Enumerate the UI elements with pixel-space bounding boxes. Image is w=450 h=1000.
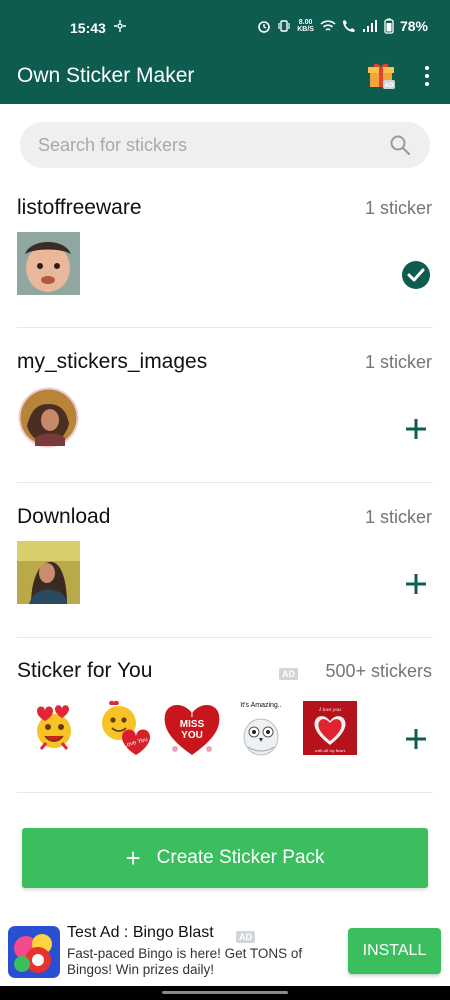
ad-badge: AD — [236, 931, 255, 943]
plus-icon: + — [125, 843, 141, 873]
status-bar: 15:43 8.00 KB/S 78% — [0, 0, 450, 50]
ad-badge: AD — [279, 668, 298, 680]
pack-count: 1 sticker — [364, 352, 432, 372]
wifi-icon — [320, 20, 336, 31]
selected-check-icon[interactable] — [401, 260, 431, 290]
ad-banner[interactable]: Test Ad : Bingo Blast AD Fast-paced Bing… — [0, 916, 450, 986]
emoji-heart-sticker — [37, 705, 71, 750]
search-input[interactable]: Search for stickers — [20, 122, 430, 168]
app-title: Own Sticker Maker — [17, 64, 195, 87]
battery-icon — [384, 18, 394, 34]
battery-percentage: 78% — [399, 18, 428, 34]
svg-text:AD: AD — [385, 83, 394, 89]
pack-count: 1 sticker — [364, 507, 432, 527]
call-icon — [342, 20, 355, 32]
search-placeholder: Search for stickers — [38, 135, 188, 155]
signal-icon — [362, 20, 377, 32]
network-speed: 8.00 KB/S — [297, 19, 314, 33]
pack-name: my_stickers_images — [17, 350, 208, 373]
system-navigation-bar — [0, 986, 450, 1000]
svg-text:It's Amazing..: It's Amazing.. — [240, 702, 281, 709]
gift-icon[interactable]: AD — [367, 60, 397, 90]
overflow-menu-icon[interactable] — [420, 64, 434, 88]
pack-thumbnail-baby-photo — [17, 232, 80, 295]
pack-count: 1 sticker — [364, 198, 432, 218]
divider — [17, 327, 433, 328]
svg-text:YOU: YOU — [181, 730, 203, 741]
create-sticker-pack-button[interactable]: + Create Sticker Pack — [22, 828, 428, 888]
add-pack-plus-icon[interactable] — [401, 569, 431, 599]
divider — [17, 482, 433, 483]
bingo-blast-app-icon — [8, 926, 60, 978]
svg-text:I love you: I love you — [318, 707, 341, 713]
pack-thumbnail-woman-circle-photo — [18, 387, 79, 448]
vibrate-icon — [278, 20, 290, 32]
pack-my-stickers-images[interactable]: my_stickers_images 1 sticker — [0, 350, 450, 483]
svg-text:MISS: MISS — [180, 719, 205, 730]
pack-download[interactable]: Download 1 sticker — [0, 505, 450, 638]
emoji-love-you-sticker: Love You — [102, 700, 150, 755]
pack-count: 500+ stickers — [325, 661, 432, 681]
alarm-icon — [258, 21, 271, 33]
search-icon[interactable] — [389, 134, 411, 156]
install-button[interactable]: INSTALL — [348, 928, 441, 974]
ad-title: Test Ad : Bingo Blast — [67, 924, 214, 941]
divider — [17, 792, 433, 793]
pack-sticker-for-you[interactable]: Sticker for You AD 500+ stickers Love Yo… — [0, 659, 450, 793]
pack-name: listoffreeware — [17, 196, 142, 219]
status-time: 15:43 — [70, 20, 106, 36]
miss-you-heart-sticker: I MISS YOU — [164, 704, 220, 755]
sync-icon — [114, 20, 126, 32]
ad-description: Fast-paced Bingo is here! Get TONS of Bi… — [67, 946, 303, 977]
pack-thumbnail-woman-photo — [17, 541, 80, 604]
home-gesture-handle[interactable] — [162, 991, 288, 994]
svg-text:with all my heart: with all my heart — [315, 748, 346, 753]
love-you-card-sticker: I love you with all my heart — [303, 701, 357, 755]
create-button-label: Create Sticker Pack — [156, 847, 325, 868]
add-pack-plus-icon[interactable] — [401, 724, 431, 754]
pack-name: Sticker for You — [17, 659, 153, 682]
amazing-owl-sticker: It's Amazing.. — [240, 702, 282, 756]
svg-text:I: I — [191, 712, 193, 719]
divider — [17, 637, 433, 638]
app-bar: Own Sticker Maker AD — [0, 50, 450, 104]
add-pack-plus-icon[interactable] — [401, 414, 431, 444]
pack-listoffreeware[interactable]: listoffreeware 1 sticker — [0, 196, 450, 328]
pack-name: Download — [17, 505, 111, 528]
